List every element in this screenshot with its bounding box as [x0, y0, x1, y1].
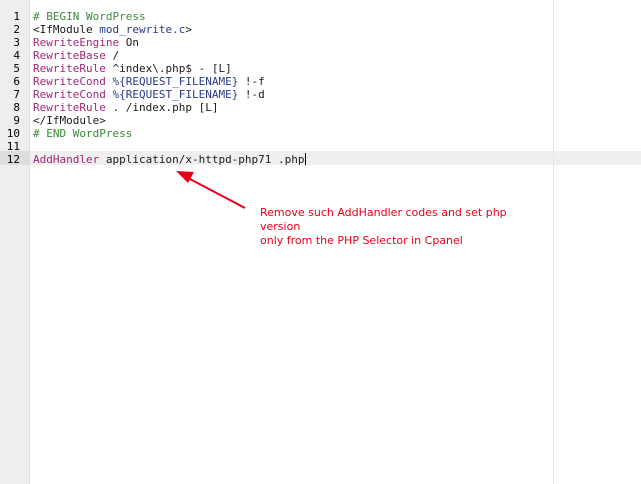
arrow-shaft [187, 177, 246, 209]
annotation-line-2: only from the PHP Selector in Cpanel [260, 234, 463, 247]
annotation-note: Remove such AddHandler codes and set php… [260, 206, 550, 248]
arrow-head [176, 171, 194, 183]
annotation-line-1: Remove such AddHandler codes and set php… [260, 206, 507, 233]
